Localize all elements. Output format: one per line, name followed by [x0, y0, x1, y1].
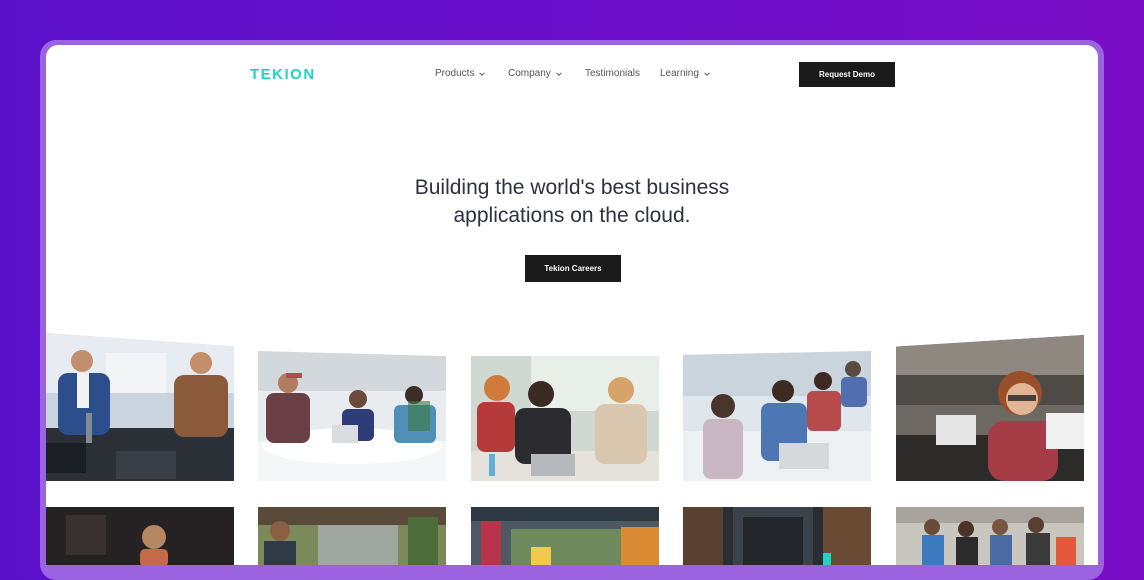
- gallery-photo-4: [683, 351, 871, 481]
- nav-company[interactable]: Company: [508, 68, 563, 79]
- hero-line-2: applications on the cloud.: [453, 204, 691, 227]
- gallery-photo-2: [258, 351, 446, 481]
- nav-products-label: Products: [435, 68, 475, 79]
- gallery-photo-1: [46, 333, 234, 481]
- nav-company-label: Company: [508, 68, 551, 79]
- chevron-down-icon: [704, 71, 710, 76]
- hero-line-1: Building the world's best business: [414, 176, 730, 199]
- gallery-photo-6: [46, 507, 234, 565]
- gallery-photo-7: [258, 507, 446, 565]
- nav-testimonials-label: Testimonials: [585, 68, 641, 79]
- nav-products[interactable]: Products: [435, 68, 486, 79]
- nav-learning[interactable]: Learning: [660, 68, 711, 79]
- hero-heading: Building the world's best business appli…: [46, 174, 1098, 230]
- chevron-down-icon: [479, 71, 486, 76]
- gallery-photo-3: [471, 356, 659, 481]
- tekion-careers-button[interactable]: Tekion Careers: [525, 255, 621, 282]
- gallery-photo-5: [896, 335, 1084, 481]
- request-demo-button[interactable]: Request Demo: [799, 62, 895, 87]
- page-window: TEKION Products Company Testimonials Lea…: [46, 45, 1098, 565]
- chevron-down-icon: [556, 71, 562, 76]
- tekion-logo[interactable]: TEKION: [250, 66, 316, 83]
- nav-learning-label: Learning: [660, 68, 699, 79]
- gallery-photo-9: [683, 507, 871, 565]
- nav-testimonials[interactable]: Testimonials: [585, 68, 640, 79]
- gallery-photo-10: [896, 507, 1084, 565]
- gallery-photo-8: [471, 507, 659, 565]
